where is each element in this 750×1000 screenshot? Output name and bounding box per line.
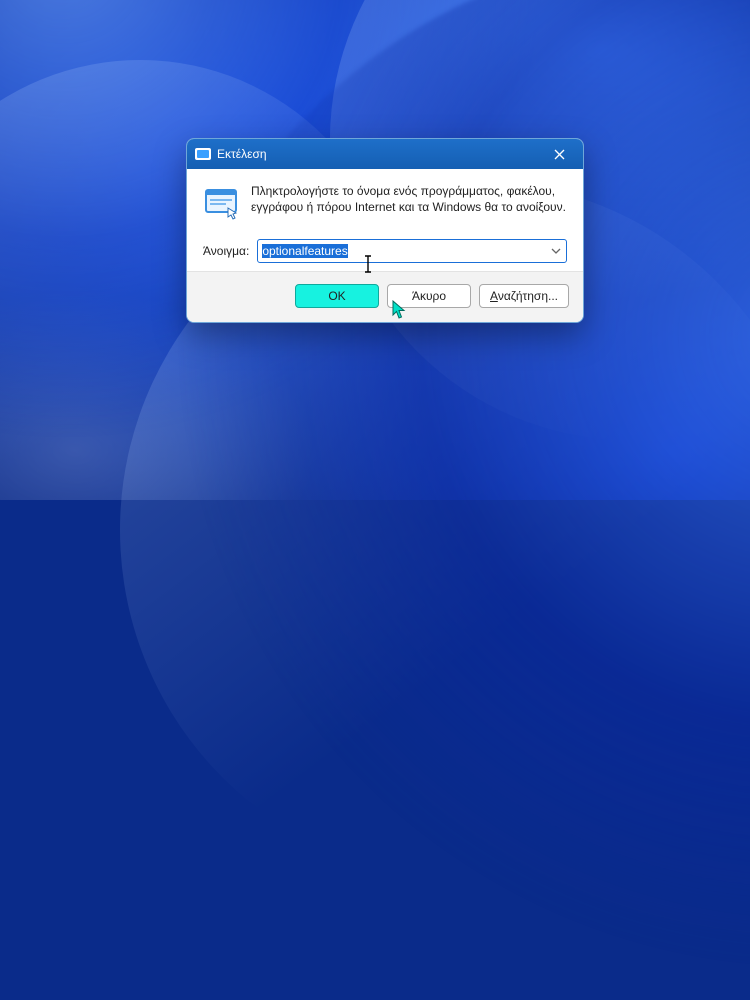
cancel-button-label: Άκυρο [412, 289, 446, 303]
titlebar[interactable]: Εκτέλεση [187, 139, 583, 169]
open-label: Άνοιγμα: [203, 244, 249, 258]
open-input[interactable] [258, 242, 546, 260]
chevron-down-icon[interactable] [546, 248, 566, 254]
dialog-body: Πληκτρολογήστε το όνομα ενός προγράμματο… [187, 169, 583, 271]
instruction-text: Πληκτρολογήστε το όνομα ενός προγράμματο… [251, 183, 567, 215]
run-dialog: Εκτέλεση Πληκτρολογήστε το όνομα ενός πρ… [186, 138, 584, 323]
browse-button-label: Αναζήτηση... [490, 289, 558, 303]
dialog-footer: OK Άκυρο Αναζήτηση... [187, 271, 583, 322]
ok-button[interactable]: OK [295, 284, 379, 308]
cancel-button[interactable]: Άκυρο [387, 284, 471, 308]
run-titlebar-icon [195, 147, 211, 161]
close-icon [554, 149, 565, 160]
close-button[interactable] [541, 140, 577, 168]
ok-button-label: OK [328, 289, 345, 303]
browse-button[interactable]: Αναζήτηση... [479, 284, 569, 308]
dialog-title: Εκτέλεση [217, 147, 267, 161]
run-icon [203, 185, 239, 221]
open-combobox[interactable] [257, 239, 567, 263]
